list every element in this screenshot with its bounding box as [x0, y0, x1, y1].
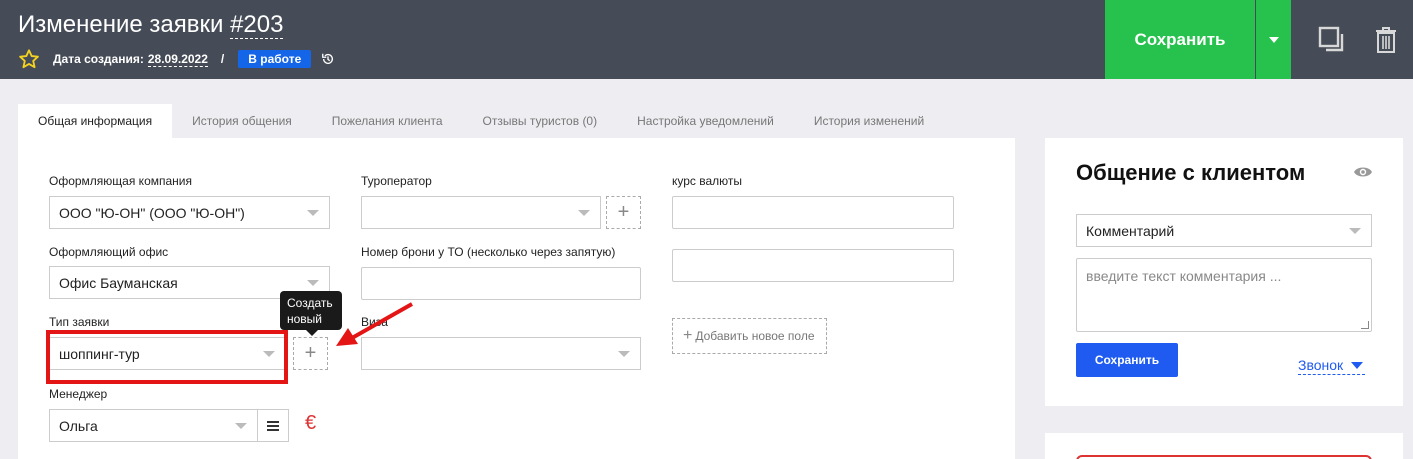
copy-icon[interactable] — [1318, 26, 1346, 54]
office-label: Оформляющий офис — [49, 245, 169, 259]
page-title: Изменение заявки #203 — [18, 11, 284, 39]
arrow-annotation — [336, 302, 413, 346]
created-date[interactable]: 28.09.2022 — [147, 52, 208, 67]
title-prefix: Изменение заявки — [18, 11, 231, 38]
extra-input[interactable] — [672, 249, 954, 282]
create-type-button[interactable]: + — [293, 337, 328, 370]
add-field-label: Добавить новое поле — [695, 329, 815, 343]
manager-value: Ольга — [59, 417, 98, 434]
manager-list-button[interactable] — [257, 409, 289, 442]
create-new-tooltip: Создать новый — [280, 291, 342, 336]
message-type-select[interactable]: Комментарий — [1076, 214, 1372, 247]
status-badge[interactable]: В работе — [238, 50, 312, 68]
company-value: ООО "Ю-ОН" (ООО "Ю-ОН") — [59, 204, 245, 221]
add-field-button[interactable]: + Добавить новое поле — [672, 318, 827, 354]
manager-select[interactable]: Ольга — [49, 409, 258, 442]
comment-textarea[interactable]: введите текст комментария ... — [1076, 258, 1372, 332]
chevron-down-icon — [578, 210, 590, 216]
list-icon — [267, 420, 279, 431]
tab-communication-history[interactable]: История общения — [172, 104, 312, 138]
created-label: Дата создания: — [53, 52, 144, 66]
save-button[interactable]: Сохранить — [1105, 0, 1255, 79]
message-type-value: Комментарий — [1086, 222, 1175, 239]
booking-number-label: Номер брони у ТО (несколько через запяту… — [361, 245, 616, 259]
resize-handle-icon[interactable] — [1361, 321, 1369, 329]
chevron-down-icon — [307, 280, 319, 286]
call-dropdown[interactable]: Звонок — [1298, 356, 1366, 375]
operator-select[interactable] — [361, 196, 601, 229]
caret-down-icon — [1351, 362, 1364, 369]
tab-bar: Общая информация История общения Пожелан… — [18, 104, 944, 138]
caret-down-icon — [1268, 36, 1279, 43]
separator: / — [220, 52, 225, 66]
request-type-label: Тип заявки — [49, 315, 110, 329]
plus-icon: + — [683, 327, 693, 344]
operator-label: Туроператор — [361, 174, 432, 188]
communication-title: Общение с клиентом — [1076, 160, 1306, 185]
office-value: Офис Бауманская — [59, 274, 178, 291]
booking-number-input[interactable] — [361, 267, 641, 300]
star-icon[interactable] — [18, 48, 40, 70]
manager-label: Менеджер — [49, 387, 108, 401]
request-number[interactable]: #203 — [230, 11, 284, 39]
call-label: Звонок — [1298, 357, 1344, 373]
company-select[interactable]: ООО "Ю-ОН" (ООО "Ю-ОН") — [49, 196, 330, 229]
history-icon[interactable] — [321, 52, 335, 66]
comment-save-button[interactable]: Сохранить — [1076, 343, 1178, 377]
eye-icon[interactable] — [1353, 164, 1373, 180]
currency-euro-icon[interactable]: € — [305, 412, 316, 435]
save-options-button[interactable] — [1256, 0, 1291, 79]
chevron-down-icon — [307, 210, 319, 216]
add-operator-button[interactable]: + — [606, 196, 641, 229]
chevron-down-icon — [1349, 228, 1361, 234]
highlight-box — [46, 330, 288, 384]
currency-rate-input[interactable] — [672, 196, 954, 229]
tab-tourist-reviews[interactable]: Отзывы туристов (0) — [463, 104, 618, 138]
trash-icon[interactable] — [1375, 26, 1397, 54]
currency-rate-label: курс валюты — [672, 174, 743, 188]
tab-client-wishes[interactable]: Пожелания клиента — [312, 104, 463, 138]
comment-placeholder: введите текст комментария ... — [1086, 268, 1282, 284]
chevron-down-icon — [235, 423, 247, 429]
tab-general-info[interactable]: Общая информация — [18, 104, 173, 138]
request-meta: Дата создания: 28.09.2022 / В работе — [18, 49, 335, 69]
company-label: Оформляющая компания — [49, 174, 192, 188]
tab-notification-settings[interactable]: Настройка уведомлений — [617, 104, 794, 138]
tab-change-history[interactable]: История изменений — [794, 104, 944, 138]
secondary-panel-button[interactable] — [1076, 455, 1372, 459]
chevron-down-icon — [618, 351, 630, 357]
